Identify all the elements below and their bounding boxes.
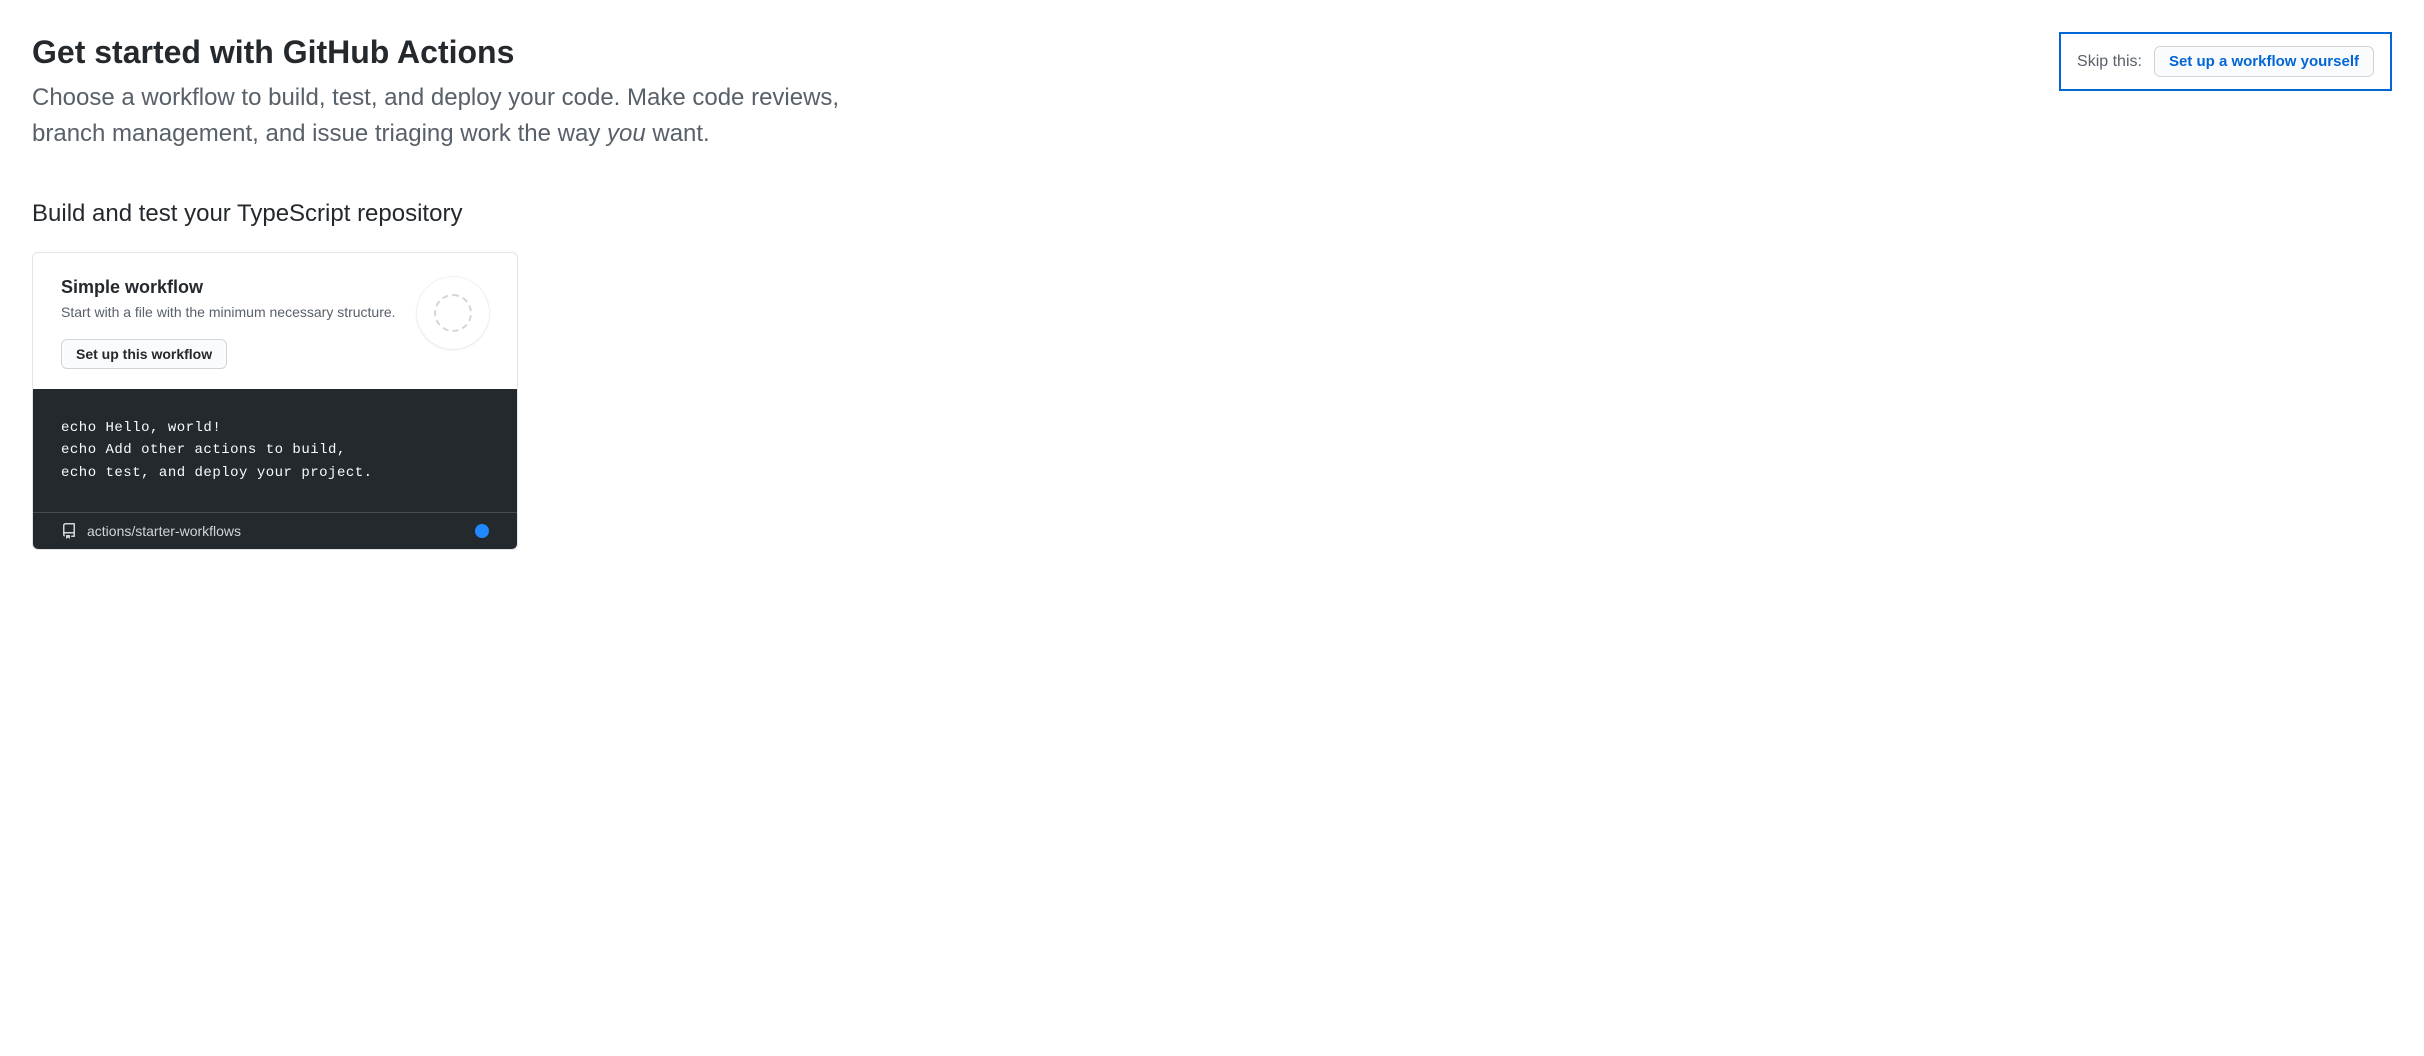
language-indicator-dot [475,524,489,538]
repo-icon [61,523,77,539]
subtitle-text-after: want. [646,120,710,147]
workflow-card-description: Start with a file with the minimum neces… [61,302,401,323]
code-line: echo Hello, world! [61,420,221,436]
workflow-icon-wrapper [417,277,489,349]
setup-this-workflow-button[interactable]: Set up this workflow [61,339,227,369]
workflow-card-title: Simple workflow [61,277,401,298]
code-line: echo test, and deploy your project. [61,465,373,481]
placeholder-circle-icon [434,294,472,332]
subtitle-text-before: Choose a workflow to build, test, and de… [32,84,839,147]
card-header: Simple workflow Start with a file with t… [33,253,517,389]
workflow-card: Simple workflow Start with a file with t… [32,252,518,550]
subtitle-text-em: you [607,120,646,147]
skip-label: Skip this: [2077,53,2142,71]
skip-panel: Skip this: Set up a workflow yourself [2059,32,2392,91]
workflow-card-footer: actions/starter-workflows [33,512,517,549]
page-subtitle: Choose a workflow to build, test, and de… [32,80,852,152]
section-title: Build and test your TypeScript repositor… [32,200,2392,228]
workflow-code-preview: echo Hello, world! echo Add other action… [33,389,517,512]
setup-workflow-yourself-button[interactable]: Set up a workflow yourself [2154,46,2374,77]
page-title: Get started with GitHub Actions [32,32,852,72]
repo-link[interactable]: actions/starter-workflows [87,523,241,539]
code-line: echo Add other actions to build, [61,442,346,458]
